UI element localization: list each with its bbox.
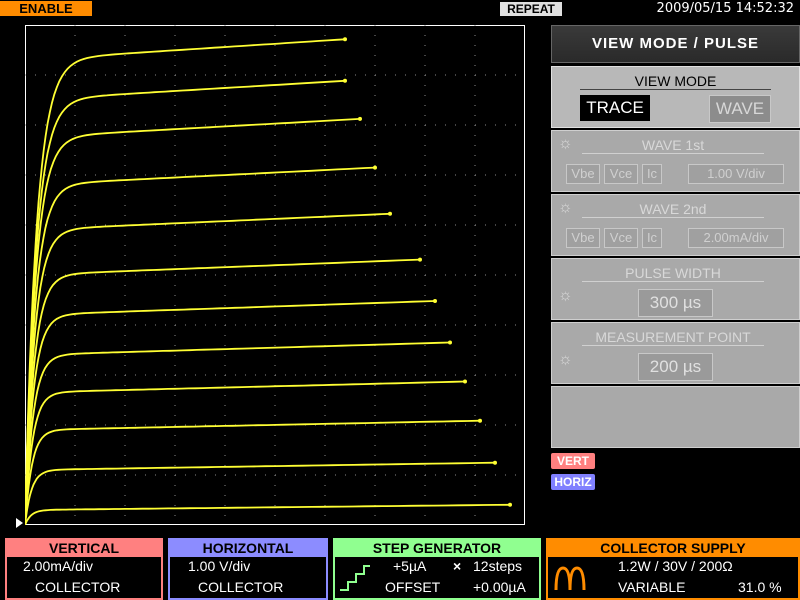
datetime-display: 2009/05/15 14:52:32 xyxy=(656,1,794,16)
trace-end-dot-7 xyxy=(418,257,422,262)
horiz-tag: HORIZ xyxy=(551,474,595,490)
trace-end-dot-10 xyxy=(358,116,362,121)
trace-end-dot-5 xyxy=(448,340,452,345)
measurement-point-block[interactable]: ☼ MEASUREMENT POINT 200 µs xyxy=(551,322,800,384)
panel-header[interactable]: VIEW MODE / PULSE xyxy=(551,25,800,63)
horizontal-scale: 1.00 V/div xyxy=(188,558,251,574)
empty-block xyxy=(551,386,800,448)
wave2-ic-option[interactable]: Ic xyxy=(642,228,662,248)
horizontal-title: HORIZONTAL xyxy=(170,540,326,557)
trace-end-dot-1 xyxy=(508,502,512,507)
view-mode-title: VIEW MODE xyxy=(580,73,771,90)
offset-label: OFFSET xyxy=(385,579,441,595)
trace-end-dot-6 xyxy=(433,299,437,303)
variable-label: VARIABLE xyxy=(618,579,686,595)
trace-end-dot-12 xyxy=(343,37,347,42)
vertical-scale: 2.00mA/div xyxy=(23,558,94,574)
vertical-source: COLLECTOR xyxy=(35,579,121,595)
variable-value: 31.0 % xyxy=(738,579,782,595)
wave2-block[interactable]: ☼ WAVE 2nd Vbe Vce Ic 2.00mA/div xyxy=(551,194,800,256)
repeat-badge[interactable]: REPEAT xyxy=(500,2,562,16)
times-symbol: × xyxy=(453,558,462,574)
pulse-width-value[interactable]: 300 µs xyxy=(638,289,713,317)
step-generator-panel[interactable]: STEP GENERATOR +5µA × 12steps OFFSET +0.… xyxy=(333,538,541,600)
vert-tag: VERT xyxy=(551,453,595,469)
offset-value: +0.00µA xyxy=(473,579,526,595)
wave1-block[interactable]: ☼ WAVE 1st Vbe Vce Ic 1.00 V/div xyxy=(551,130,800,192)
pulse-width-title: PULSE WIDTH xyxy=(582,265,764,282)
collector-supply-panel[interactable]: COLLECTOR SUPPLY 1.2W / 30V / 200Ω VARIA… xyxy=(546,538,800,600)
wave1-vce-option[interactable]: Vce xyxy=(604,164,638,184)
wave2-scale-value[interactable]: 2.00mA/div xyxy=(688,228,784,248)
origin-marker xyxy=(16,518,23,528)
wave2-title: WAVE 2nd xyxy=(582,201,764,218)
wave1-vbe-option[interactable]: Vbe xyxy=(566,164,600,184)
wave1-ic-option[interactable]: Ic xyxy=(642,164,662,184)
trace-plot xyxy=(25,25,525,525)
gear-icon: ☼ xyxy=(558,351,573,368)
staircase-icon xyxy=(340,565,370,591)
trace-end-dot-4 xyxy=(463,379,467,384)
trace-end-dot-11 xyxy=(343,78,347,83)
gear-icon: ☼ xyxy=(558,135,573,152)
vertical-panel[interactable]: VERTICAL 2.00mA/div COLLECTOR xyxy=(5,538,163,600)
curve-tracer-display xyxy=(25,25,525,525)
wave-button[interactable]: WAVE xyxy=(709,95,771,123)
enable-badge[interactable]: ENABLE xyxy=(0,1,92,16)
horizontal-source: COLLECTOR xyxy=(198,579,284,595)
vertical-title: VERTICAL xyxy=(7,540,161,557)
pulse-width-block[interactable]: ☼ PULSE WIDTH 300 µs xyxy=(551,258,800,320)
wave1-title: WAVE 1st xyxy=(582,137,764,154)
trace-end-dot-2 xyxy=(493,460,497,465)
gear-icon: ☼ xyxy=(558,199,573,216)
horizontal-panel[interactable]: HORIZONTAL 1.00 V/div COLLECTOR xyxy=(168,538,328,600)
measurement-point-title: MEASUREMENT POINT xyxy=(582,329,764,346)
rectified-wave-icon xyxy=(554,566,586,591)
view-mode-block[interactable]: VIEW MODE TRACE WAVE xyxy=(551,66,800,128)
step-count: 12steps xyxy=(473,558,523,574)
gear-icon: ☼ xyxy=(558,287,573,304)
trace-button[interactable]: TRACE xyxy=(580,95,650,121)
step-generator-title: STEP GENERATOR xyxy=(335,540,539,557)
wave2-vbe-option[interactable]: Vbe xyxy=(566,228,600,248)
trace-end-dot-8 xyxy=(388,211,392,216)
trace-end-dot-9 xyxy=(373,165,377,170)
step-size: +5µA xyxy=(393,558,427,574)
trace-end-dot-3 xyxy=(478,418,482,423)
wave1-scale-value[interactable]: 1.00 V/div xyxy=(688,164,784,184)
wave2-vce-option[interactable]: Vce xyxy=(604,228,638,248)
collector-supply-title: COLLECTOR SUPPLY xyxy=(548,540,798,557)
measurement-point-value[interactable]: 200 µs xyxy=(638,353,713,381)
top-status-bar: ENABLE REPEAT 2009/05/15 14:52:32 xyxy=(0,0,800,18)
collector-rating: 1.2W / 30V / 200Ω xyxy=(618,558,733,574)
